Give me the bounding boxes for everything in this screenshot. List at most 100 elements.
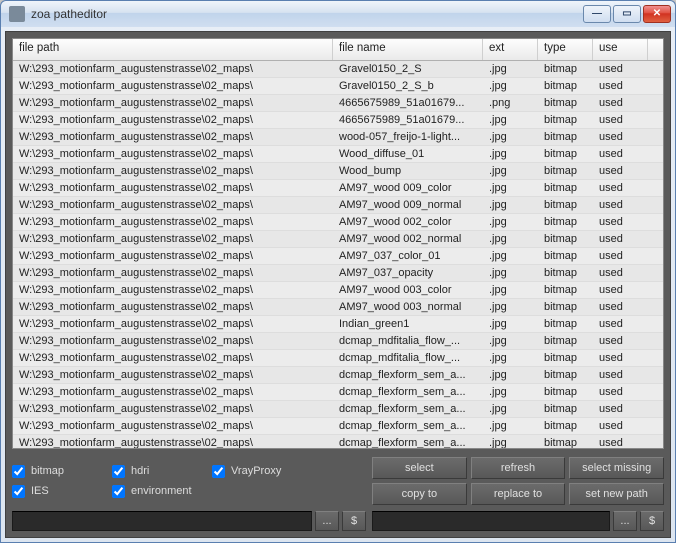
select-button[interactable]: select xyxy=(372,457,467,479)
dollar-right-button[interactable]: $ xyxy=(640,511,664,531)
titlebar[interactable]: zoa patheditor — ▭ ✕ xyxy=(1,1,675,27)
dollar-left-button[interactable]: $ xyxy=(342,511,366,531)
table-row[interactable]: W:\293_motionfarm_augustenstrasse\02_map… xyxy=(13,231,663,248)
cell-name: dcmap_flexform_sem_a... xyxy=(333,419,483,433)
path-input-right[interactable] xyxy=(372,511,610,531)
cell-type: bitmap xyxy=(538,317,593,331)
cell-type: bitmap xyxy=(538,249,593,263)
table-row[interactable]: W:\293_motionfarm_augustenstrasse\02_map… xyxy=(13,299,663,316)
refresh-button[interactable]: refresh xyxy=(471,457,566,479)
col-header-type[interactable]: type xyxy=(538,39,593,60)
cell-name: dcmap_flexform_sem_a... xyxy=(333,385,483,399)
table-row[interactable]: W:\293_motionfarm_augustenstrasse\02_map… xyxy=(13,146,663,163)
cell-use: used xyxy=(593,62,648,76)
browse-left-button[interactable]: ... xyxy=(315,511,339,531)
cell-path: W:\293_motionfarm_augustenstrasse\02_map… xyxy=(13,334,333,348)
col-header-path[interactable]: file path xyxy=(13,39,333,60)
action-buttons: select refresh select missing copy to re… xyxy=(372,457,664,505)
cell-type: bitmap xyxy=(538,351,593,365)
cell-path: W:\293_motionfarm_augustenstrasse\02_map… xyxy=(13,232,333,246)
cell-type: bitmap xyxy=(538,79,593,93)
cell-path: W:\293_motionfarm_augustenstrasse\02_map… xyxy=(13,402,333,416)
path-input-left[interactable] xyxy=(12,511,312,531)
chk-hdri[interactable]: hdri xyxy=(112,461,212,481)
cell-path: W:\293_motionfarm_augustenstrasse\02_map… xyxy=(13,113,333,127)
cell-name: Wood_bump xyxy=(333,164,483,178)
cell-ext: .jpg xyxy=(483,198,538,212)
cell-ext: .jpg xyxy=(483,283,538,297)
table-row[interactable]: W:\293_motionfarm_augustenstrasse\02_map… xyxy=(13,316,663,333)
col-header-name[interactable]: file name xyxy=(333,39,483,60)
table-row[interactable]: W:\293_motionfarm_augustenstrasse\02_map… xyxy=(13,333,663,350)
table-row[interactable]: W:\293_motionfarm_augustenstrasse\02_map… xyxy=(13,418,663,435)
cell-use: used xyxy=(593,79,648,93)
cell-type: bitmap xyxy=(538,198,593,212)
table-row[interactable]: W:\293_motionfarm_augustenstrasse\02_map… xyxy=(13,61,663,78)
table-row[interactable]: W:\293_motionfarm_augustenstrasse\02_map… xyxy=(13,214,663,231)
cell-use: used xyxy=(593,232,648,246)
minimize-button[interactable]: — xyxy=(583,5,611,23)
cell-type: bitmap xyxy=(538,385,593,399)
table-row[interactable]: W:\293_motionfarm_augustenstrasse\02_map… xyxy=(13,197,663,214)
chk-vrayproxy[interactable]: VrayProxy xyxy=(212,461,332,481)
table-row[interactable]: W:\293_motionfarm_augustenstrasse\02_map… xyxy=(13,367,663,384)
cell-type: bitmap xyxy=(538,147,593,161)
table-row[interactable]: W:\293_motionfarm_augustenstrasse\02_map… xyxy=(13,435,663,448)
table-body[interactable]: W:\293_motionfarm_augustenstrasse\02_map… xyxy=(13,61,663,448)
cell-use: used xyxy=(593,368,648,382)
cell-type: bitmap xyxy=(538,436,593,448)
cell-use: used xyxy=(593,96,648,110)
cell-use: used xyxy=(593,164,648,178)
browse-right-button[interactable]: ... xyxy=(613,511,637,531)
table-row[interactable]: W:\293_motionfarm_augustenstrasse\02_map… xyxy=(13,282,663,299)
cell-use: used xyxy=(593,147,648,161)
cell-path: W:\293_motionfarm_augustenstrasse\02_map… xyxy=(13,249,333,263)
set-new-path-button[interactable]: set new path xyxy=(569,483,664,505)
replace-to-button[interactable]: replace to xyxy=(471,483,566,505)
table-row[interactable]: W:\293_motionfarm_augustenstrasse\02_map… xyxy=(13,163,663,180)
select-missing-button[interactable]: select missing xyxy=(569,457,664,479)
col-header-ext[interactable]: ext xyxy=(483,39,538,60)
cell-use: used xyxy=(593,300,648,314)
cell-path: W:\293_motionfarm_augustenstrasse\02_map… xyxy=(13,351,333,365)
close-button[interactable]: ✕ xyxy=(643,5,671,23)
cell-type: bitmap xyxy=(538,113,593,127)
cell-use: used xyxy=(593,419,648,433)
cell-name: AM97_wood 003_normal xyxy=(333,300,483,314)
table-row[interactable]: W:\293_motionfarm_augustenstrasse\02_map… xyxy=(13,112,663,129)
col-header-use[interactable]: use xyxy=(593,39,648,60)
table-row[interactable]: W:\293_motionfarm_augustenstrasse\02_map… xyxy=(13,180,663,197)
cell-name: AM97_wood 009_normal xyxy=(333,198,483,212)
cell-name: AM97_037_color_01 xyxy=(333,249,483,263)
cell-path: W:\293_motionfarm_augustenstrasse\02_map… xyxy=(13,164,333,178)
table-row[interactable]: W:\293_motionfarm_augustenstrasse\02_map… xyxy=(13,384,663,401)
cell-type: bitmap xyxy=(538,232,593,246)
maximize-button[interactable]: ▭ xyxy=(613,5,641,23)
table-row[interactable]: W:\293_motionfarm_augustenstrasse\02_map… xyxy=(13,401,663,418)
table-row[interactable]: W:\293_motionfarm_augustenstrasse\02_map… xyxy=(13,265,663,282)
cell-name: dcmap_flexform_sem_a... xyxy=(333,368,483,382)
cell-name: AM97_wood 009_color xyxy=(333,181,483,195)
cell-path: W:\293_motionfarm_augustenstrasse\02_map… xyxy=(13,368,333,382)
chk-environment[interactable]: environment xyxy=(112,481,212,501)
cell-ext: .jpg xyxy=(483,266,538,280)
cell-path: W:\293_motionfarm_augustenstrasse\02_map… xyxy=(13,266,333,280)
cell-use: used xyxy=(593,198,648,212)
table-row[interactable]: W:\293_motionfarm_augustenstrasse\02_map… xyxy=(13,129,663,146)
table-header: file path file name ext type use xyxy=(13,39,663,61)
table-row[interactable]: W:\293_motionfarm_augustenstrasse\02_map… xyxy=(13,78,663,95)
table-row[interactable]: W:\293_motionfarm_augustenstrasse\02_map… xyxy=(13,248,663,265)
chk-ies[interactable]: IES xyxy=(12,481,112,501)
cell-ext: .jpg xyxy=(483,419,538,433)
table-row[interactable]: W:\293_motionfarm_augustenstrasse\02_map… xyxy=(13,95,663,112)
cell-ext: .jpg xyxy=(483,147,538,161)
cell-name: Gravel0150_2_S xyxy=(333,62,483,76)
copy-to-button[interactable]: copy to xyxy=(372,483,467,505)
cell-use: used xyxy=(593,385,648,399)
chk-bitmap[interactable]: bitmap xyxy=(12,461,112,481)
cell-type: bitmap xyxy=(538,164,593,178)
cell-use: used xyxy=(593,317,648,331)
cell-use: used xyxy=(593,436,648,448)
cell-ext: .jpg xyxy=(483,79,538,93)
table-row[interactable]: W:\293_motionfarm_augustenstrasse\02_map… xyxy=(13,350,663,367)
